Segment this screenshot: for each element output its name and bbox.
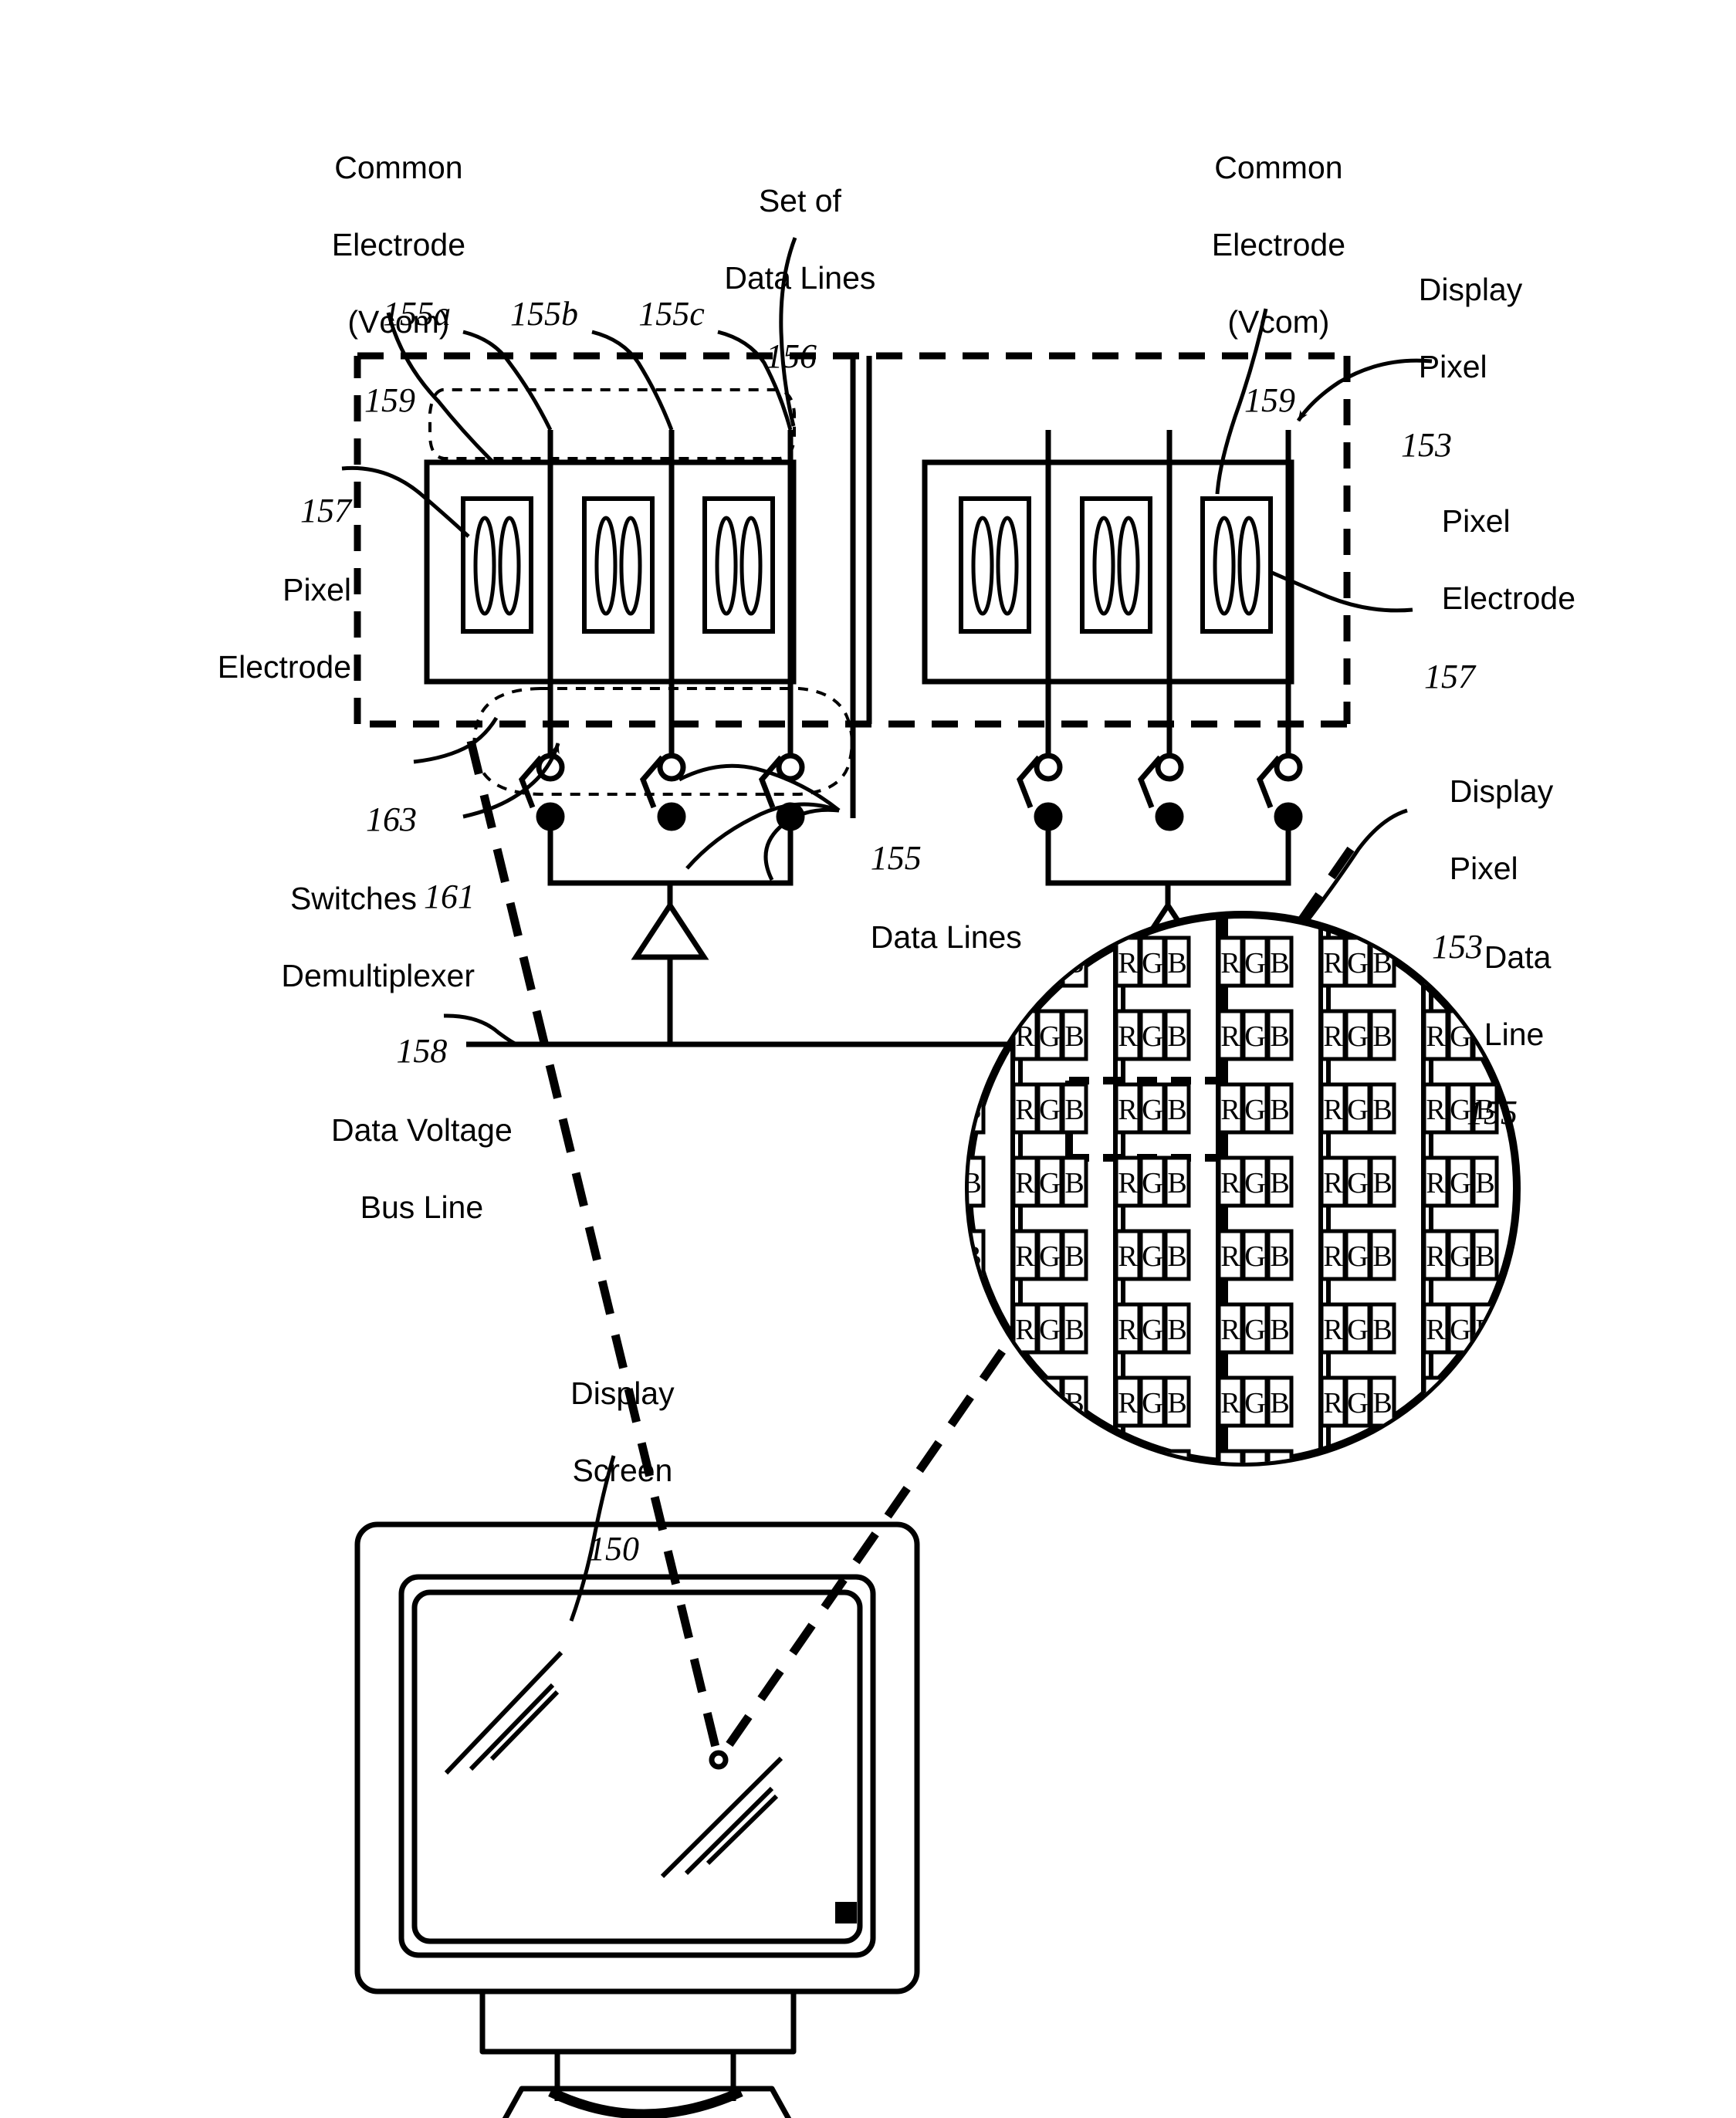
label-common-electrode-right: Common Electrode (Vcom) 159	[1211, 150, 1345, 420]
label-data-voltage-bus-line: 158 Data Voltage Bus Line	[331, 1032, 513, 1225]
monitor-screen-glass	[411, 1589, 863, 1944]
label-display-screen: Display Screen 150	[570, 1375, 675, 1568]
label-data-line-155b: 155b	[510, 295, 578, 333]
label-demultiplexer: 161 Demultiplexer	[281, 878, 475, 993]
label-data-line-155a: 155a	[383, 295, 451, 333]
label-data-line-magnified: Data Line 155	[1467, 939, 1552, 1132]
monitor-neck	[479, 1988, 797, 2055]
label-pixel-electrode-left: 157 Pixel Electrode	[217, 492, 351, 685]
label-data-line-155c: 155c	[638, 295, 705, 333]
label-data-lines: 155 Data Lines	[870, 839, 1022, 955]
label-common-electrode-left: Common Electrode (Vcom) 159	[331, 150, 465, 420]
monitor-power-led	[835, 1902, 857, 1923]
screen-glare-upper	[444, 1650, 563, 1775]
screen-glare-lower	[660, 1756, 783, 1879]
label-set-of-data-lines: Set of Data Lines 156	[724, 183, 876, 376]
patent-figure: RGBRGBRGBRGBRGBRGBRGBRGBRGBRGBRGBRGBRGBR…	[0, 0, 1736, 2118]
monitor-swivel	[548, 2087, 743, 2118]
label-pixel-electrode-right: Pixel Electrode 157	[1424, 503, 1576, 696]
